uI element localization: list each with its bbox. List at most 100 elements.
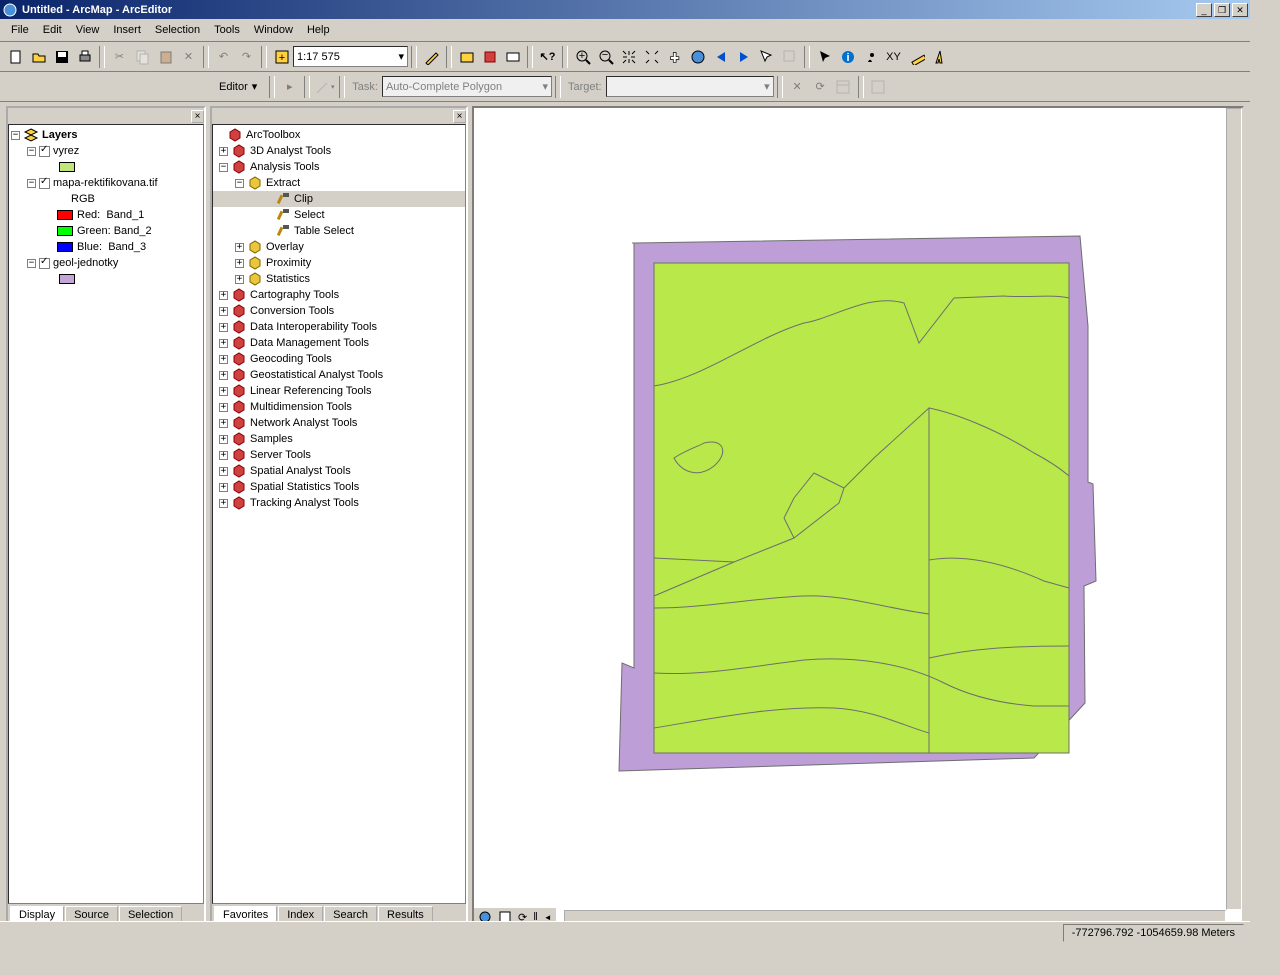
expand-icon[interactable]: +	[235, 275, 244, 284]
collapse-icon[interactable]: −	[27, 179, 36, 188]
close-button[interactable]: ✕	[1232, 3, 1248, 17]
toolbox-item[interactable]: +Network Analyst Tools	[213, 415, 465, 431]
menu-help[interactable]: Help	[300, 22, 337, 38]
expand-icon[interactable]: +	[219, 147, 228, 156]
sketch-props-button[interactable]	[867, 76, 890, 98]
expand-icon[interactable]: +	[219, 403, 228, 412]
add-data-button[interactable]: +	[270, 46, 293, 68]
menu-insert[interactable]: Insert	[106, 22, 148, 38]
expand-icon[interactable]: −	[235, 179, 244, 188]
expand-icon[interactable]: +	[219, 419, 228, 428]
pan-button[interactable]	[663, 46, 686, 68]
restore-button[interactable]: ❐	[1214, 3, 1230, 17]
toolbox-item[interactable]: −Extract	[213, 175, 465, 191]
expand-icon[interactable]: +	[219, 323, 228, 332]
hyperlink-button[interactable]	[928, 46, 951, 68]
select-features-button[interactable]	[755, 46, 778, 68]
find-button[interactable]	[859, 46, 882, 68]
expand-icon[interactable]: +	[219, 467, 228, 476]
menu-tools[interactable]: Tools	[207, 22, 247, 38]
measure-button[interactable]	[905, 46, 928, 68]
layer-swatch[interactable]	[59, 162, 75, 172]
full-extent-button[interactable]	[686, 46, 709, 68]
next-extent-button[interactable]	[732, 46, 755, 68]
editor-menu[interactable]: Editor ▾	[210, 77, 266, 96]
fixed-zoom-in-button[interactable]	[617, 46, 640, 68]
expand-icon[interactable]: +	[219, 291, 228, 300]
toolbox-item[interactable]: +Statistics	[213, 271, 465, 287]
command-line-button[interactable]	[501, 46, 524, 68]
map-canvas[interactable]	[474, 108, 1234, 908]
menu-selection[interactable]: Selection	[148, 22, 207, 38]
print-button[interactable]	[73, 46, 96, 68]
expand-icon[interactable]: +	[219, 339, 228, 348]
toolbox-item[interactable]: Table Select	[213, 223, 465, 239]
layer-checkbox[interactable]	[39, 146, 50, 157]
toolbox-item[interactable]: +Samples	[213, 431, 465, 447]
collapse-icon[interactable]: −	[27, 259, 36, 268]
toolbox-tree[interactable]: ArcToolbox+3D Analyst Tools−Analysis Too…	[212, 124, 466, 904]
collapse-icon[interactable]: −	[27, 147, 36, 156]
menu-file[interactable]: File	[4, 22, 36, 38]
editor-toolbar-button[interactable]	[420, 46, 443, 68]
toolbox-item[interactable]: Select	[213, 207, 465, 223]
toolbox-item[interactable]: +Spatial Analyst Tools	[213, 463, 465, 479]
target-combo[interactable]: ▾	[606, 76, 774, 97]
expand-icon[interactable]: +	[219, 307, 228, 316]
menu-edit[interactable]: Edit	[36, 22, 69, 38]
whats-this-button[interactable]: ↖?	[536, 46, 559, 68]
expand-icon[interactable]: −	[219, 163, 228, 172]
menu-window[interactable]: Window	[247, 22, 300, 38]
toolbox-item[interactable]: +Linear Referencing Tools	[213, 383, 465, 399]
select-elements-button[interactable]	[813, 46, 836, 68]
toolbox-item[interactable]: +Geostatistical Analyst Tools	[213, 367, 465, 383]
expand-icon[interactable]: +	[219, 387, 228, 396]
toolbox-item[interactable]: +Data Management Tools	[213, 335, 465, 351]
sketch-tool-button[interactable]: ▾	[313, 76, 336, 98]
task-combo[interactable]: Auto-Complete Polygon▾	[382, 76, 552, 97]
minimize-button[interactable]: _	[1196, 3, 1212, 17]
zoom-in-button[interactable]: +	[571, 46, 594, 68]
toolbox-item[interactable]: +Cartography Tools	[213, 287, 465, 303]
delete-button[interactable]: ✕	[177, 46, 200, 68]
open-button[interactable]	[27, 46, 50, 68]
expand-icon[interactable]: +	[219, 451, 228, 460]
save-button[interactable]	[50, 46, 73, 68]
toolbox-item[interactable]: +Overlay	[213, 239, 465, 255]
expand-icon[interactable]: +	[219, 371, 228, 380]
prev-extent-button[interactable]	[709, 46, 732, 68]
collapse-icon[interactable]: −	[11, 131, 20, 140]
expand-icon[interactable]: +	[235, 259, 244, 268]
copy-button[interactable]	[131, 46, 154, 68]
expand-icon[interactable]: +	[219, 355, 228, 364]
redo-button[interactable]: ↷	[235, 46, 258, 68]
zoom-out-button[interactable]: −	[594, 46, 617, 68]
expand-icon[interactable]: +	[219, 483, 228, 492]
toolbox-item[interactable]: +Geocoding Tools	[213, 351, 465, 367]
paste-button[interactable]	[154, 46, 177, 68]
goto-xy-button[interactable]: XY	[882, 46, 905, 68]
split-button[interactable]: ✕	[786, 76, 809, 98]
toc-tree[interactable]: −Layers −vyrez −mapa-rektifikovana.tif R…	[8, 124, 204, 904]
toolbox-item[interactable]: +Tracking Analyst Tools	[213, 495, 465, 511]
attributes-button[interactable]	[832, 76, 855, 98]
map-view[interactable]: ⟳ ‖ ◄	[472, 106, 1244, 928]
toolbox-item[interactable]: +Proximity	[213, 255, 465, 271]
toolbox-item[interactable]: +Multidimension Tools	[213, 399, 465, 415]
edit-tool-button[interactable]: ▸	[278, 76, 301, 98]
toolbox-item[interactable]: −Analysis Tools	[213, 159, 465, 175]
fixed-zoom-out-button[interactable]	[640, 46, 663, 68]
expand-icon[interactable]: +	[219, 435, 228, 444]
map-scrollbar-vertical[interactable]	[1226, 108, 1242, 910]
cut-button[interactable]: ✂	[108, 46, 131, 68]
toolbox-item[interactable]: Clip	[213, 191, 465, 207]
layer-name[interactable]: vyrez	[53, 145, 79, 157]
scale-combo[interactable]: 1:17 575▾	[293, 46, 408, 67]
toc-close-button[interactable]: ×	[191, 110, 204, 123]
arccatalog-button[interactable]	[455, 46, 478, 68]
toolbox-item[interactable]: +3D Analyst Tools	[213, 143, 465, 159]
expand-icon[interactable]: +	[235, 243, 244, 252]
clear-selection-button[interactable]	[778, 46, 801, 68]
undo-button[interactable]: ↶	[212, 46, 235, 68]
arctoolbox-button[interactable]	[478, 46, 501, 68]
